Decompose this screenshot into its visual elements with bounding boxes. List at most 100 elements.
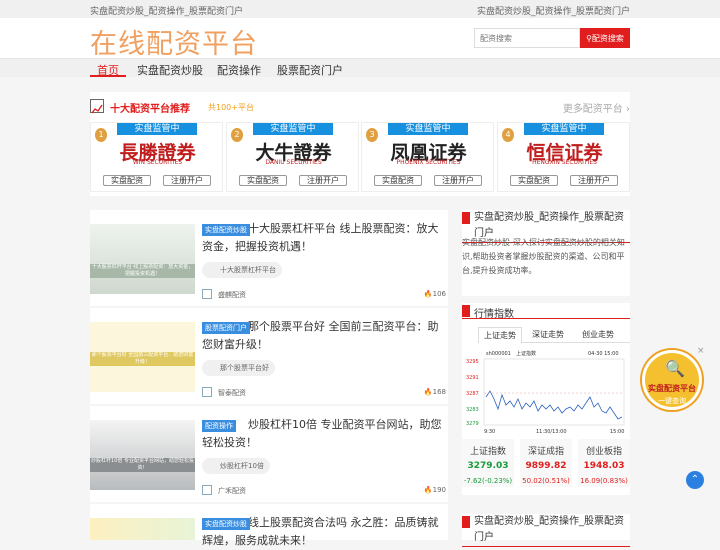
view-count: 🔥190 — [424, 486, 446, 494]
index-chart: sh000001 上证指数 04-30 15:00 3295 3291 3287… — [466, 350, 624, 435]
article-card[interactable]: 那个股票平台好 全国前三配资平台：助您财富升级！ 那个股票平台好 全国前三配资平… — [90, 308, 448, 404]
float-badge-title: 实盘配资平台 — [648, 384, 696, 393]
article-thumbnail[interactable]: 炒股杠杆10倍 专业配资平台网站，助您轻松投资！ — [90, 420, 195, 490]
index-name: 上证指数 — [469, 447, 506, 457]
tag-chip[interactable]: 那个股票平台好 — [202, 360, 275, 376]
index-name: 深证成指 — [527, 447, 564, 457]
index-change: 16.09(0.83%) — [580, 477, 628, 485]
search-box: ⚲配资搜索 — [474, 28, 630, 48]
register-button[interactable]: 注册开户 — [434, 175, 482, 186]
regulated-badge: 实盘监管中 — [388, 123, 468, 135]
tag-chip[interactable]: 炒股杠杆10倍 — [202, 458, 270, 474]
sidebar-second: 实盘配资炒股_配资操作_股票配资门户 — [462, 514, 630, 547]
broker-card[interactable]: 实盘监管中 1 長勝證券 WIN SECURITIES 实盘配资 注册开户 — [90, 122, 223, 192]
article-thumbnail[interactable] — [90, 518, 195, 540]
main-nav: 首页 实盘配资炒股 配资操作 股票配资门户 — [0, 58, 720, 77]
chart-name: 上证指数 — [516, 350, 536, 357]
broker-name-en: WIN SECURITIES — [132, 159, 183, 166]
chart-code: sh000001 — [486, 351, 511, 357]
regulated-badge: 实盘监管中 — [253, 123, 333, 135]
index-card-shanghai[interactable]: 上证指数 3279.03 -7.62(-0.23%) — [462, 439, 514, 487]
broker-card[interactable]: 实盘监管中 2 大牛證券 DANIU SECURITIES 实盘配资 注册开户 — [226, 122, 359, 192]
chevron-right-icon: › — [626, 104, 630, 115]
nav-item-stock-margin[interactable]: 实盘配资炒股 — [137, 62, 203, 78]
nav-item-portal[interactable]: 股票配资门户 — [277, 62, 343, 78]
index-name: 创业板指 — [585, 447, 622, 457]
index-value: 3279.03 — [467, 461, 509, 471]
source-icon — [202, 485, 212, 495]
back-to-top-button[interactable]: ⌃ — [686, 471, 704, 489]
top-bar-left-text: 实盘配资炒股_配资操作_股票配资门户 — [90, 7, 244, 17]
magnifier-icon: 🔍 — [665, 359, 685, 378]
tab-shanghai[interactable]: 上证走势 — [478, 327, 522, 343]
open-account-button[interactable]: 实盘配资 — [510, 175, 558, 186]
article-thumbnail[interactable]: 那个股票平台好 全国前三配资平台：助您财富升级！ — [90, 322, 195, 392]
x-tick: 9:30 — [484, 429, 495, 435]
market-title: 行情指数 — [462, 303, 630, 320]
banner-subtitle: 共100+平台 — [208, 103, 254, 112]
search-button-label: 配资搜索 — [591, 33, 624, 43]
category-badge[interactable]: 配资操作 — [202, 420, 236, 432]
regulated-badge: 实盘监管中 — [117, 123, 197, 135]
title-bar-icon — [462, 305, 470, 317]
open-account-button[interactable]: 实盘配资 — [374, 175, 422, 186]
more-platforms-link[interactable]: 更多配资平台 › — [563, 100, 630, 115]
float-query-badge[interactable]: 🔍 实盘配资平台 一键查询 — [642, 350, 702, 410]
article-source: 广禾配资 — [218, 487, 246, 495]
open-account-button[interactable]: 实盘配资 — [239, 175, 287, 186]
tab-shenzhen[interactable]: 深证走势 — [526, 327, 570, 343]
index-card-shenzhen[interactable]: 深证成指 9899.82 50.02(0.51%) — [520, 439, 572, 487]
broker-card[interactable]: 实盘监管中 3 凤凰证券 PHOENIX SECURITIES 实盘配资 注册开… — [361, 122, 494, 192]
close-icon[interactable]: × — [697, 346, 705, 356]
y-tick: 3279 — [466, 421, 479, 427]
category-badge[interactable]: 股票配资门户 — [202, 322, 250, 334]
fire-icon: 🔥 — [423, 486, 433, 494]
article-card[interactable]: 线上股票配资合法吗 永之胜：品质铸就辉煌，服务成就未来！ 实盘配资炒股 — [90, 504, 448, 547]
sidebar-about: 实盘配资炒股_配资操作_股票配资门户 实盘配资炒股-深入探讨实盘配资炒股的相关知… — [462, 210, 630, 296]
top-bar: 实盘配资炒股_配资操作_股票配资门户 实盘配资炒股_配资操作_股票配资门户 — [0, 0, 720, 18]
register-button[interactable]: 注册开户 — [299, 175, 347, 186]
article-source: 盛麒配资 — [218, 291, 246, 299]
search-button[interactable]: ⚲配资搜索 — [580, 28, 630, 48]
open-account-button[interactable]: 实盘配资 — [103, 175, 151, 186]
index-value: 9899.82 — [525, 461, 567, 471]
header: 在线配资平台 ⚲配资搜索 — [0, 18, 720, 61]
title-bar-icon — [462, 212, 470, 224]
article-source: 智泰配资 — [218, 389, 246, 397]
chevron-up-icon: ⌃ — [690, 474, 700, 485]
broker-card[interactable]: 实盘监管中 4 恒信证券 HENGXIN SECURITIES 实盘配资 注册开… — [497, 122, 630, 192]
recommend-banner: 十大配资平台推荐 共100+平台 更多配资平台 › 实盘监管中 1 長勝證券 W… — [90, 92, 630, 196]
more-platforms-label: 更多配资平台 — [562, 104, 623, 115]
fire-icon: 🔥 — [423, 388, 433, 396]
x-tick: 11:30/13:00 — [536, 429, 567, 435]
chart-time: 04-30 15:00 — [588, 351, 619, 357]
article-card[interactable]: 炒股杠杆10倍 专业配资平台网站，助您轻松投资！ 炒股杠杆10倍 专业配资平台网… — [90, 406, 448, 502]
article-title[interactable]: 炒股杠杆10倍 专业配资平台网站，助您轻松投资！ — [202, 416, 448, 452]
index-change: 50.02(0.51%) — [522, 477, 570, 485]
site-logo[interactable]: 在线配资平台 — [90, 22, 258, 61]
register-button[interactable]: 注册开户 — [570, 175, 618, 186]
sidebar-second-title-text: 实盘配资炒股_配资操作_股票配资门户 — [474, 516, 624, 543]
index-card-chinext[interactable]: 创业板指 1948.03 16.09(0.83%) — [578, 439, 630, 487]
article-card[interactable]: 十大股票杠杆平台 线上股票配资：放大资金，把握投资机遇！ 十大股票杠杆平台 线上… — [90, 210, 448, 306]
sidebar-about-title-text: 实盘配资炒股_配资操作_股票配资门户 — [474, 212, 624, 239]
x-tick: 15:00 — [610, 429, 624, 435]
register-button[interactable]: 注册开户 — [163, 175, 211, 186]
nav-item-operation[interactable]: 配资操作 — [217, 62, 261, 78]
y-tick: 3283 — [466, 407, 479, 413]
category-badge[interactable]: 实盘配资炒股 — [202, 224, 250, 236]
banner-title: 十大配资平台推荐 — [110, 104, 190, 115]
category-badge[interactable]: 实盘配资炒股 — [202, 518, 250, 530]
y-tick: 3291 — [466, 375, 479, 381]
source-icon — [202, 387, 212, 397]
market-index-panel: 行情指数 上证走势 深证走势 创业走势 sh000001 上证指数 04-30 … — [462, 303, 630, 495]
index-change: -7.62(-0.23%) — [463, 477, 513, 485]
tab-chinext[interactable]: 创业走势 — [576, 327, 620, 343]
title-bar-icon — [462, 516, 470, 528]
tag-chip[interactable]: 十大股票杠杆平台 — [202, 262, 282, 278]
float-badge-sub: 一键查询 — [658, 397, 686, 405]
search-input[interactable] — [474, 28, 580, 48]
thumbnail-caption: 那个股票平台好 全国前三配资平台：助您财富升级！ — [90, 352, 195, 366]
view-count: 🔥106 — [424, 290, 446, 298]
article-thumbnail[interactable]: 十大股票杠杆平台 线上股票配资：放大资金，把握投资机遇！ — [90, 224, 195, 294]
